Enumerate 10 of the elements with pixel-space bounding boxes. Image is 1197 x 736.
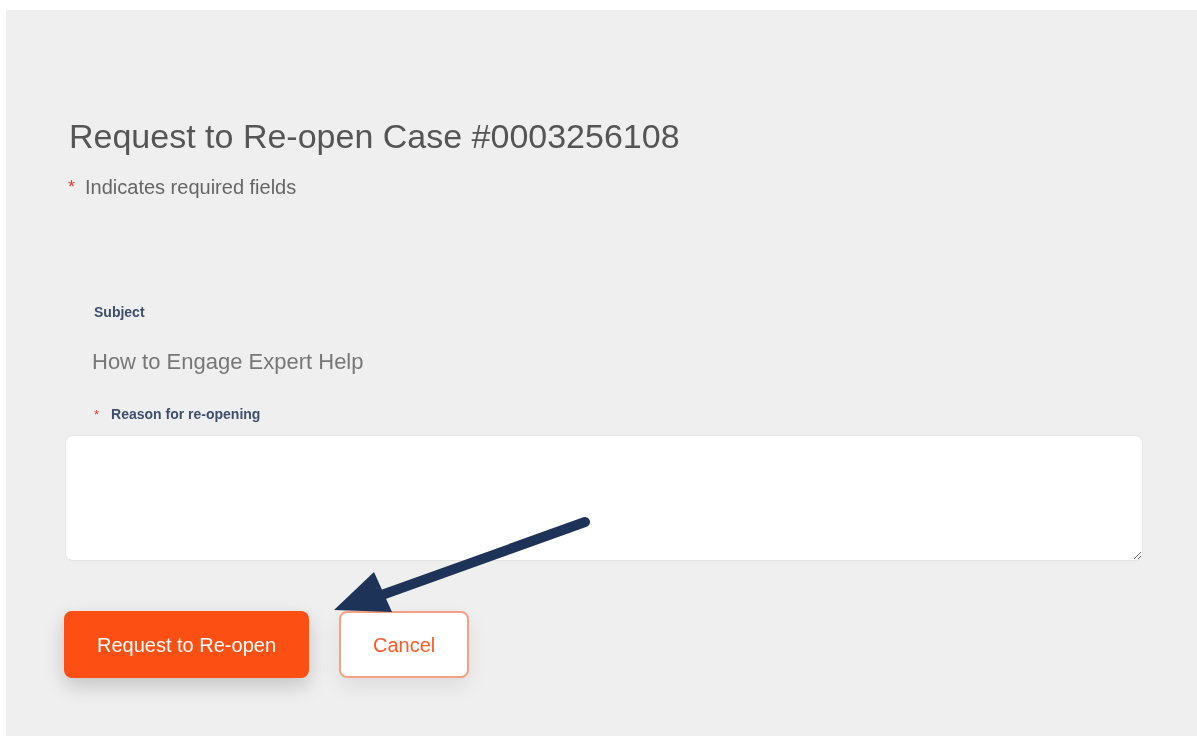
required-asterisk: * xyxy=(68,175,75,199)
request-reopen-button[interactable]: Request to Re-open xyxy=(64,611,309,678)
field-label: Subject xyxy=(94,303,145,322)
page-title: Request to Re-open Case #0003256108 xyxy=(69,116,681,156)
field-label: Reason for re-opening xyxy=(111,405,261,424)
required-asterisk: * xyxy=(94,405,100,424)
subject-value: How to Engage Expert Help xyxy=(92,348,365,376)
required-fields-note: Indicates required fields xyxy=(85,175,297,200)
cancel-button[interactable]: Cancel xyxy=(339,611,470,678)
reason-field[interactable] xyxy=(65,435,1143,561)
